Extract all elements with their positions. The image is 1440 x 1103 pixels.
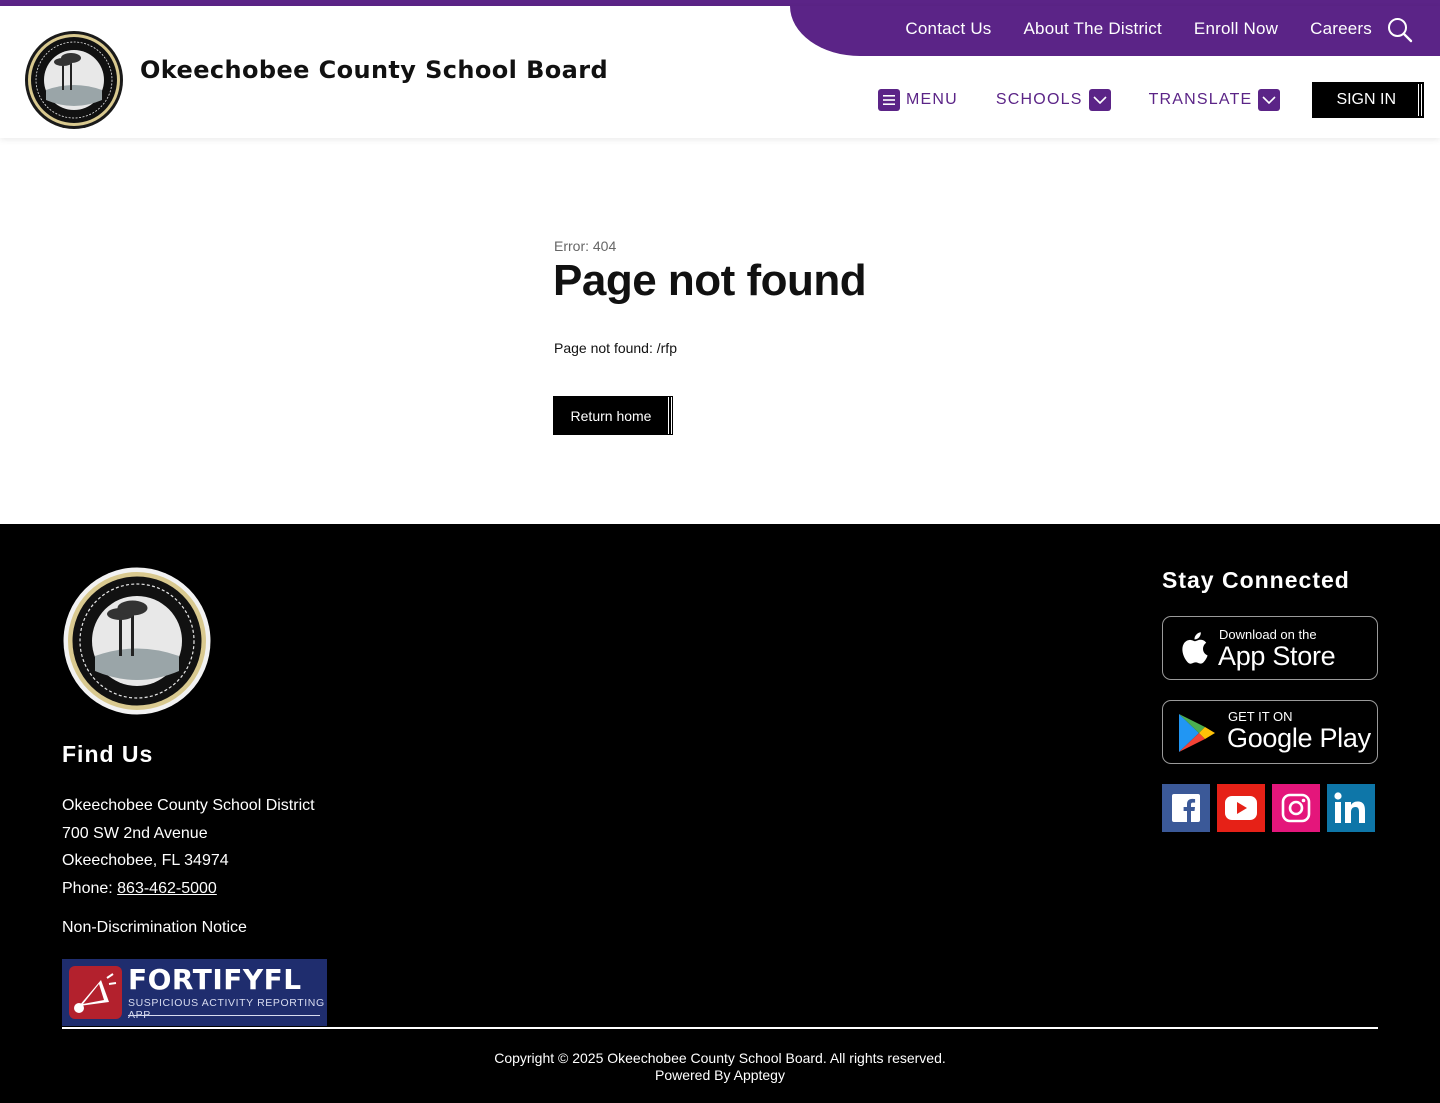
util-link-careers[interactable]: Careers xyxy=(1310,19,1372,39)
translate-dropdown[interactable]: TRANSLATE xyxy=(1149,89,1281,111)
chevron-down-icon xyxy=(1258,89,1281,111)
city-state-zip: Okeechobee, FL 34974 xyxy=(62,852,229,869)
linkedin-link[interactable] xyxy=(1327,784,1375,832)
site-title[interactable]: Okeechobee County School Board xyxy=(140,56,608,84)
translate-label: TRANSLATE xyxy=(1148,91,1253,108)
instagram-link[interactable] xyxy=(1272,784,1320,832)
instagram-icon xyxy=(1281,793,1311,823)
phone-line: Phone: 863-462-5000 xyxy=(62,875,315,903)
non-discrimination-link[interactable]: Non-Discrimination Notice xyxy=(62,919,247,937)
menu-icon xyxy=(878,89,900,111)
facebook-link[interactable] xyxy=(1162,784,1210,832)
district-seal-logo[interactable] xyxy=(24,30,124,130)
util-link-enroll-now[interactable]: Enroll Now xyxy=(1194,19,1278,39)
utility-nav: Contact Us About The District Enroll Now… xyxy=(905,6,1372,52)
chevron-down-icon xyxy=(1088,89,1111,111)
menu-button[interactable]: MENU xyxy=(878,89,958,111)
youtube-icon xyxy=(1225,796,1257,820)
fortifyfl-name: FORTIFYFL xyxy=(128,963,302,996)
linkedin-icon xyxy=(1334,792,1365,823)
search-icon xyxy=(1388,18,1413,43)
apple-icon xyxy=(1182,632,1208,664)
copyright-text: Copyright © 2025 Okeechobee County Schoo… xyxy=(494,1050,946,1066)
address-block: Okeechobee County School District 700 SW… xyxy=(62,792,315,902)
google-play-icon xyxy=(1179,714,1215,752)
youtube-link[interactable] xyxy=(1217,784,1265,832)
app-store-big-text: App Store xyxy=(1218,641,1336,671)
schools-label: SCHOOLS xyxy=(995,91,1083,108)
stay-connected-heading: Stay Connected xyxy=(1162,567,1350,593)
main-nav: MENU SCHOOLS TRANSLATE SIGN IN xyxy=(840,82,1424,118)
fortifyfl-banner[interactable]: FORTIFYFL SUSPICIOUS ACTIVITY REPORTING … xyxy=(62,959,327,1026)
google-play-small-text: GET IT ON xyxy=(1228,709,1293,724)
phone-label: Phone: xyxy=(62,879,118,897)
search-button[interactable] xyxy=(1386,16,1414,44)
powered-by-link[interactable]: Powered By Apptegy xyxy=(0,1067,1440,1084)
footer-divider xyxy=(62,1027,1378,1029)
error-code: Error: 404 xyxy=(554,238,617,254)
street-address: 700 SW 2nd Avenue xyxy=(62,824,208,842)
fortifyfl-rule xyxy=(128,1015,320,1016)
facebook-icon xyxy=(1172,794,1200,822)
megaphone-icon xyxy=(69,966,122,1019)
menu-label: MENU xyxy=(906,91,958,108)
google-play-button[interactable]: GET IT ON Google Play xyxy=(1162,700,1378,764)
page-title: Page not found xyxy=(553,256,867,305)
footer-seal-logo xyxy=(62,566,212,716)
util-link-contact-us[interactable]: Contact Us xyxy=(905,19,991,39)
site-footer: Find Us Okeechobee County School Distric… xyxy=(0,524,1440,1103)
fortifyfl-tagline: SUSPICIOUS ACTIVITY REPORTING APP xyxy=(128,997,325,1021)
find-us-heading: Find Us xyxy=(62,741,154,767)
util-link-about-district[interactable]: About The District xyxy=(1024,19,1162,39)
schools-dropdown[interactable]: SCHOOLS xyxy=(996,89,1111,111)
sign-in-button[interactable]: SIGN IN xyxy=(1312,82,1424,118)
copyright-block: Copyright © 2025 Okeechobee County Schoo… xyxy=(0,1050,1440,1084)
social-links xyxy=(1162,784,1375,832)
district-name: Okeechobee County School District xyxy=(62,797,315,814)
site-header: Contact Us About The District Enroll Now… xyxy=(0,6,1440,138)
phone-link[interactable]: 863-462-5000 xyxy=(117,880,217,897)
app-store-small-text: Download on the xyxy=(1219,627,1317,642)
app-store-button[interactable]: Download on the App Store xyxy=(1162,616,1378,680)
error-message: Page not found: /rfp xyxy=(554,340,677,356)
google-play-big-text: Google Play xyxy=(1227,723,1371,753)
return-home-button[interactable]: Return home xyxy=(553,396,673,435)
